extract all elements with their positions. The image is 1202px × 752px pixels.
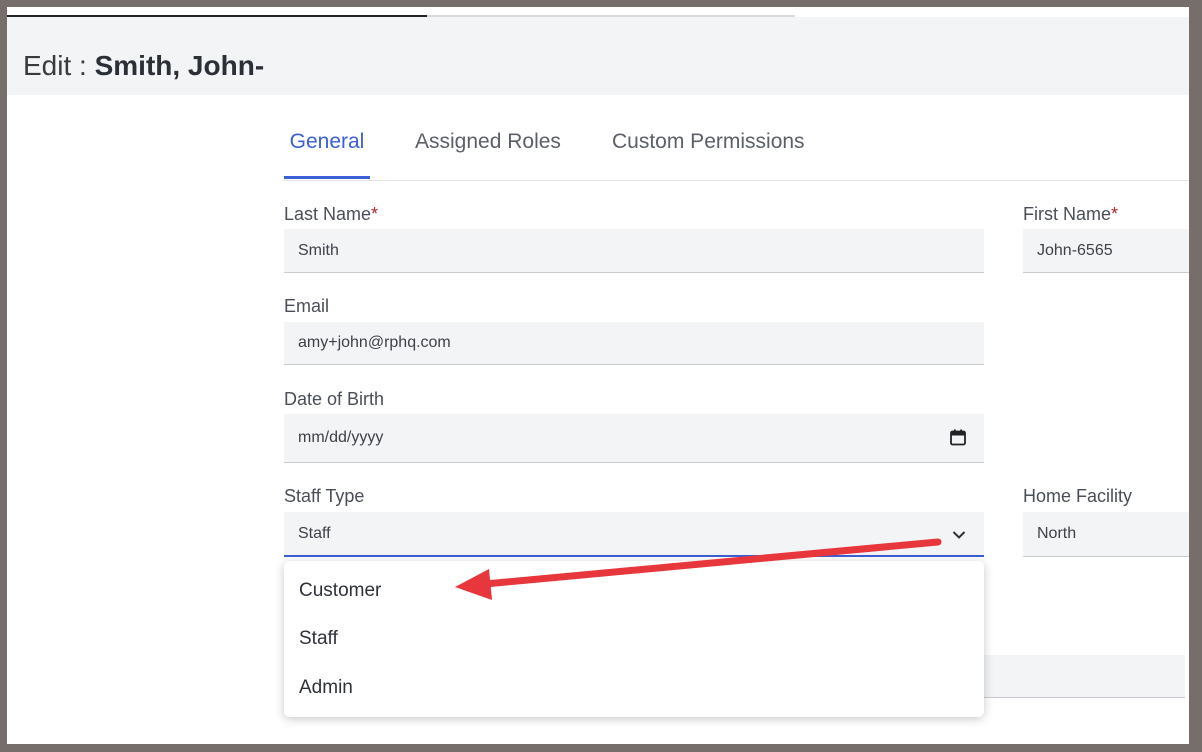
app-window: Edit : Smith, John- General Assigned Rol… bbox=[7, 7, 1189, 744]
email-label: Email bbox=[284, 296, 330, 316]
first-name-value: John-6565 bbox=[1037, 241, 1113, 259]
page-header: Edit : Smith, John- bbox=[7, 17, 1189, 95]
tab-general[interactable]: General bbox=[284, 112, 370, 179]
staff-type-label: Staff Type bbox=[284, 486, 365, 506]
email-input[interactable]: amy+john@rphq.com bbox=[284, 322, 984, 365]
last-name-label-text: Last Name bbox=[284, 204, 372, 224]
tab-assigned-roles[interactable]: Assigned Roles bbox=[415, 112, 561, 179]
dob-label: Date of Birth bbox=[284, 389, 385, 409]
dob-input[interactable]: mm/dd/yyyy bbox=[284, 414, 984, 463]
home-facility-select[interactable]: North bbox=[1023, 512, 1189, 557]
page-title-name: Smith, John- bbox=[94, 50, 265, 81]
first-name-label: First Name* bbox=[1023, 204, 1118, 225]
last-name-value: Smith bbox=[298, 241, 339, 259]
required-marker: * bbox=[1111, 204, 1119, 224]
chevron-down-icon[interactable] bbox=[952, 527, 966, 545]
last-name-label: Last Name* bbox=[284, 204, 378, 225]
email-value: amy+john@rphq.com bbox=[298, 334, 451, 351]
calendar-icon[interactable] bbox=[950, 429, 966, 451]
staff-type-select[interactable]: Staff bbox=[284, 512, 984, 557]
first-name-label-text: First Name bbox=[1023, 204, 1112, 224]
option-customer[interactable]: Customer bbox=[299, 580, 381, 602]
page-title-prefix: Edit : bbox=[23, 50, 95, 81]
hidden-field[interactable] bbox=[984, 655, 1185, 698]
tab-custom-permissions[interactable]: Custom Permissions bbox=[612, 112, 805, 179]
staff-type-dropdown: Customer Staff Admin bbox=[284, 561, 984, 717]
required-marker: * bbox=[371, 204, 379, 224]
option-staff[interactable]: Staff bbox=[299, 628, 338, 650]
dob-placeholder: mm/dd/yyyy bbox=[298, 429, 384, 446]
staff-type-value: Staff bbox=[298, 524, 331, 542]
last-name-input[interactable]: Smith bbox=[284, 229, 984, 273]
first-name-input[interactable]: John-6565 bbox=[1023, 229, 1189, 273]
top-strip bbox=[7, 7, 1189, 17]
home-facility-label: Home Facility bbox=[1023, 486, 1133, 506]
page-title: Edit : Smith, John- bbox=[23, 50, 264, 82]
tab-bar: General Assigned Roles Custom Permission… bbox=[284, 112, 1189, 181]
home-facility-value: North bbox=[1037, 525, 1077, 542]
option-admin[interactable]: Admin bbox=[299, 677, 353, 699]
